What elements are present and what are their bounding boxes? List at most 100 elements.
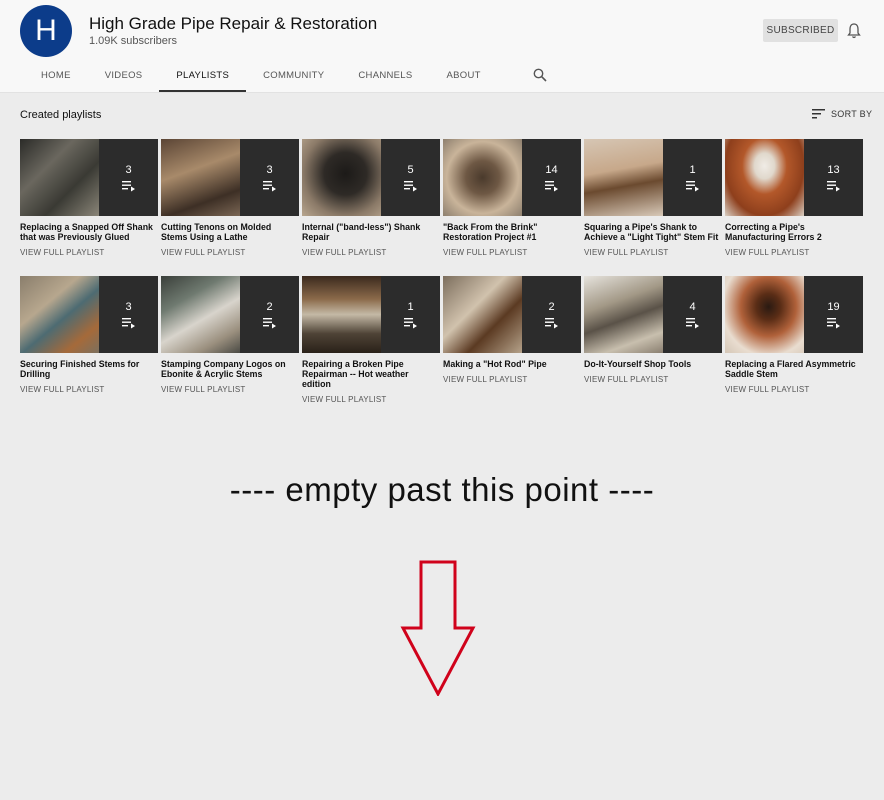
subscribed-button[interactable]: SUBSCRIBED bbox=[763, 19, 838, 42]
playlist-title[interactable]: Making a "Hot Rod" Pipe bbox=[443, 359, 581, 369]
tab-videos[interactable]: VIDEOS bbox=[88, 60, 160, 90]
video-count-overlay: 1 bbox=[381, 276, 440, 353]
video-count-overlay: 5 bbox=[381, 139, 440, 216]
bell-icon[interactable] bbox=[846, 22, 862, 40]
video-count-overlay: 3 bbox=[99, 139, 158, 216]
video-count: 5 bbox=[407, 163, 414, 176]
playlist-title[interactable]: Cutting Tenons on Molded Stems Using a L… bbox=[161, 222, 299, 242]
video-count: 3 bbox=[125, 163, 132, 176]
tab-about[interactable]: ABOUT bbox=[430, 60, 498, 90]
thumbnail-image bbox=[584, 139, 663, 216]
view-full-playlist-link[interactable]: VIEW FULL PLAYLIST bbox=[443, 248, 581, 257]
thumbnail-image bbox=[20, 139, 99, 216]
playlist-title[interactable]: Replacing a Flared Asymmetric Saddle Ste… bbox=[725, 359, 863, 379]
playlist-card[interactable]: 1 Squaring a Pipe's Shank to Achieve a "… bbox=[584, 139, 722, 276]
playlist-icon bbox=[685, 317, 699, 328]
playlist-title[interactable]: Stamping Company Logos on Ebonite & Acry… bbox=[161, 359, 299, 379]
playlist-thumbnail[interactable]: 1 bbox=[584, 139, 722, 216]
video-count-overlay: 3 bbox=[99, 276, 158, 353]
playlist-thumbnail[interactable]: 2 bbox=[443, 276, 581, 353]
playlist-card[interactable]: 1 Repairing a Broken Pipe Repairman -- H… bbox=[302, 276, 440, 413]
thumbnail-image bbox=[302, 139, 381, 216]
playlist-thumbnail[interactable]: 3 bbox=[161, 139, 299, 216]
video-count: 3 bbox=[125, 300, 132, 313]
sort-icon bbox=[812, 109, 825, 119]
thumbnail-image bbox=[302, 276, 381, 353]
playlist-icon bbox=[826, 180, 840, 191]
playlist-card[interactable]: 3 Cutting Tenons on Molded Stems Using a… bbox=[161, 139, 299, 276]
playlist-title[interactable]: Do-It-Yourself Shop Tools bbox=[584, 359, 722, 369]
playlist-icon bbox=[544, 180, 558, 191]
view-full-playlist-link[interactable]: VIEW FULL PLAYLIST bbox=[725, 385, 863, 394]
video-count: 3 bbox=[266, 163, 273, 176]
playlist-title[interactable]: Replacing a Snapped Off Shank that was P… bbox=[20, 222, 158, 242]
playlist-icon bbox=[262, 180, 276, 191]
playlist-thumbnail[interactable]: 4 bbox=[584, 276, 722, 353]
playlist-card[interactable]: 2 Stamping Company Logos on Ebonite & Ac… bbox=[161, 276, 299, 413]
playlist-card[interactable]: 4 Do-It-Yourself Shop Tools VIEW FULL PL… bbox=[584, 276, 722, 413]
thumbnail-image bbox=[161, 139, 240, 216]
playlist-thumbnail[interactable]: 1 bbox=[302, 276, 440, 353]
tab-playlists[interactable]: PLAYLISTS bbox=[159, 60, 247, 92]
video-count-overlay: 3 bbox=[240, 139, 299, 216]
playlist-title[interactable]: "Back From the Brink" Restoration Projec… bbox=[443, 222, 581, 242]
playlist-thumbnail[interactable]: 3 bbox=[20, 276, 158, 353]
tab-community[interactable]: COMMUNITY bbox=[246, 60, 341, 90]
playlist-thumbnail[interactable]: 2 bbox=[161, 276, 299, 353]
playlist-card[interactable]: 5 Internal ("band-less") Shank Repair VI… bbox=[302, 139, 440, 276]
channel-avatar[interactable]: H bbox=[20, 5, 72, 57]
view-full-playlist-link[interactable]: VIEW FULL PLAYLIST bbox=[584, 248, 722, 257]
view-full-playlist-link[interactable]: VIEW FULL PLAYLIST bbox=[161, 385, 299, 394]
video-count-overlay: 13 bbox=[804, 139, 863, 216]
video-count: 4 bbox=[689, 300, 696, 313]
thumbnail-image bbox=[161, 276, 240, 353]
playlist-card[interactable]: 14 "Back From the Brink" Restoration Pro… bbox=[443, 139, 581, 276]
playlist-card[interactable]: 2 Making a "Hot Rod" Pipe VIEW FULL PLAY… bbox=[443, 276, 581, 413]
playlist-icon bbox=[121, 180, 135, 191]
tab-home[interactable]: HOME bbox=[24, 60, 88, 90]
view-full-playlist-link[interactable]: VIEW FULL PLAYLIST bbox=[443, 375, 581, 384]
playlist-title[interactable]: Squaring a Pipe's Shank to Achieve a "Li… bbox=[584, 222, 722, 242]
playlist-icon bbox=[121, 317, 135, 328]
playlist-thumbnail[interactable]: 14 bbox=[443, 139, 581, 216]
playlist-card[interactable]: 13 Correcting a Pipe's Manufacturing Err… bbox=[725, 139, 863, 276]
tab-channels[interactable]: CHANNELS bbox=[341, 60, 429, 90]
video-count-overlay: 2 bbox=[240, 276, 299, 353]
view-full-playlist-link[interactable]: VIEW FULL PLAYLIST bbox=[302, 248, 440, 257]
playlist-thumbnail[interactable]: 3 bbox=[20, 139, 158, 216]
playlist-icon bbox=[403, 180, 417, 191]
sort-by-button[interactable]: SORT BY bbox=[812, 109, 872, 119]
search-icon[interactable] bbox=[533, 68, 547, 82]
playlist-thumbnail[interactable]: 19 bbox=[725, 276, 863, 353]
video-count-overlay: 2 bbox=[522, 276, 581, 353]
playlist-title[interactable]: Repairing a Broken Pipe Repairman -- Hot… bbox=[302, 359, 440, 389]
playlist-card[interactable]: 19 Replacing a Flared Asymmetric Saddle … bbox=[725, 276, 863, 413]
video-count-overlay: 1 bbox=[663, 139, 722, 216]
view-full-playlist-link[interactable]: VIEW FULL PLAYLIST bbox=[20, 385, 158, 394]
playlist-card[interactable]: 3 Replacing a Snapped Off Shank that was… bbox=[20, 139, 158, 276]
video-count-overlay: 19 bbox=[804, 276, 863, 353]
sort-by-label: SORT BY bbox=[831, 109, 873, 119]
view-full-playlist-link[interactable]: VIEW FULL PLAYLIST bbox=[725, 248, 863, 257]
playlist-title[interactable]: Correcting a Pipe's Manufacturing Errors… bbox=[725, 222, 863, 242]
thumbnail-image bbox=[443, 139, 522, 216]
channel-header: H High Grade Pipe Repair & Restoration 1… bbox=[0, 0, 884, 93]
empty-note: ---- empty past this point ---- bbox=[229, 471, 655, 508]
view-full-playlist-link[interactable]: VIEW FULL PLAYLIST bbox=[20, 248, 158, 257]
view-full-playlist-link[interactable]: VIEW FULL PLAYLIST bbox=[161, 248, 299, 257]
view-full-playlist-link[interactable]: VIEW FULL PLAYLIST bbox=[584, 375, 722, 384]
subscriber-count: 1.09K subscribers bbox=[89, 35, 178, 47]
playlist-thumbnail[interactable]: 5 bbox=[302, 139, 440, 216]
video-count: 2 bbox=[548, 300, 555, 313]
playlist-icon bbox=[826, 317, 840, 328]
view-full-playlist-link[interactable]: VIEW FULL PLAYLIST bbox=[302, 395, 440, 404]
playlist-icon bbox=[262, 317, 276, 328]
playlist-thumbnail[interactable]: 13 bbox=[725, 139, 863, 216]
video-count-overlay: 14 bbox=[522, 139, 581, 216]
playlist-title[interactable]: Internal ("band-less") Shank Repair bbox=[302, 222, 440, 242]
playlist-title[interactable]: Securing Finished Stems for Drilling bbox=[20, 359, 158, 379]
playlist-icon bbox=[685, 180, 699, 191]
channel-title: High Grade Pipe Repair & Restoration bbox=[89, 14, 378, 33]
playlist-card[interactable]: 3 Securing Finished Stems for Drilling V… bbox=[20, 276, 158, 413]
thumbnail-image bbox=[20, 276, 99, 353]
